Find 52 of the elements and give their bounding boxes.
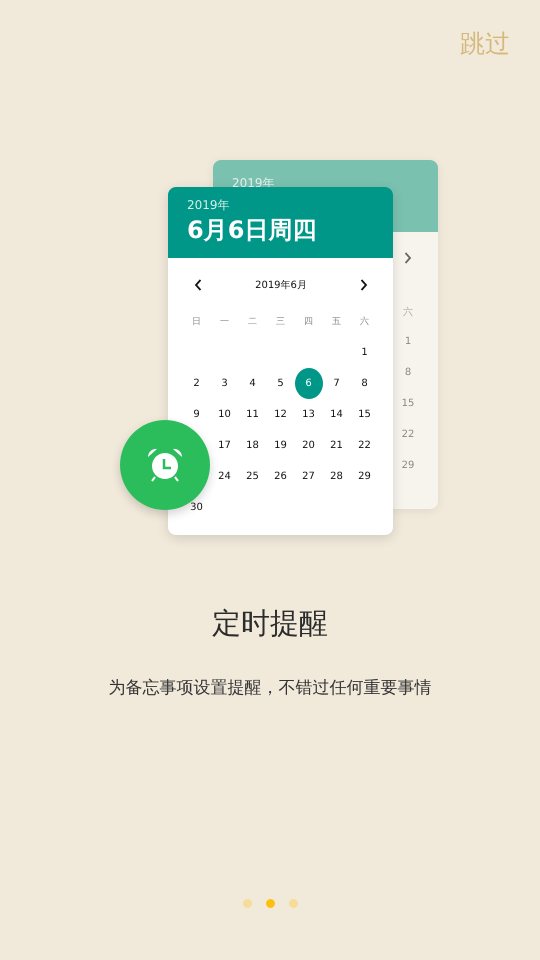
calendar-day[interactable]: 28	[330, 470, 343, 482]
calendar-day[interactable]: 22	[358, 440, 371, 452]
chevron-left-icon[interactable]	[194, 279, 202, 291]
day-label: 22	[402, 429, 414, 442]
calendar-day[interactable]: 21	[330, 440, 343, 452]
description-text: 为备忘事项设置提醒，不错过任何重要事情	[108, 677, 432, 699]
chevron-right-icon[interactable]	[360, 279, 368, 291]
calendar-day[interactable]: 6	[294, 368, 322, 399]
page-indicator-dot[interactable]	[266, 899, 274, 908]
month-label: 2019年6月	[255, 279, 307, 292]
calendar-day[interactable]: 30	[190, 502, 203, 514]
alarm-clock-icon	[145, 446, 185, 484]
calendar-day[interactable]: 2	[193, 378, 200, 390]
calendar-day[interactable]: 26	[274, 470, 287, 482]
calendar-day[interactable]: 13	[302, 408, 315, 420]
calendar-day[interactable]: 4	[249, 378, 256, 390]
calendar-day[interactable]: 10	[218, 408, 231, 420]
page-indicator-dot[interactable]	[242, 899, 252, 908]
calendar-day[interactable]: 1	[361, 346, 368, 358]
weekday-label: 一	[220, 316, 229, 328]
weekday-label: 日	[192, 316, 201, 328]
calendar-day[interactable]: 18	[246, 440, 259, 452]
page-indicator-dot[interactable]	[288, 899, 298, 908]
date-label: 6月6日周四	[187, 215, 318, 246]
calendar-day[interactable]: 9	[193, 408, 200, 420]
calendar-day[interactable]: 11	[246, 408, 259, 420]
day-label: 1	[404, 336, 412, 349]
day-label: 8	[404, 367, 412, 380]
weekday-label: 六	[360, 316, 369, 328]
calendar-day[interactable]: 5	[277, 378, 284, 390]
calendar-day[interactable]: 7	[333, 378, 340, 390]
weekday-label: 三	[276, 316, 285, 328]
calendar-day[interactable]: 8	[361, 378, 368, 390]
weekday-label: 二	[248, 316, 257, 328]
day-label: 29	[402, 460, 414, 473]
weekday-label: 四	[304, 316, 313, 328]
year-label: 2019年	[187, 198, 231, 212]
calendar-day[interactable]: 14	[330, 408, 343, 420]
calendar-day[interactable]: 27	[302, 470, 315, 482]
calendar-day[interactable]: 19	[274, 440, 287, 452]
calendar-day[interactable]: 25	[246, 470, 259, 482]
page-title: 定时提醒	[212, 605, 328, 642]
day-label: 15	[402, 398, 414, 411]
calendar-day[interactable]: 29	[358, 470, 371, 482]
weekday-label: 五	[332, 316, 341, 328]
calendar-day[interactable]: 3	[221, 378, 228, 390]
calendar-day[interactable]: 24	[218, 470, 231, 482]
calendar-day[interactable]: 20	[302, 440, 315, 452]
weekday-label: 六	[403, 307, 413, 320]
calendar-day[interactable]: 15	[358, 408, 371, 420]
calendar-day[interactable]: 17	[218, 440, 231, 452]
calendar-day[interactable]: 12	[274, 408, 287, 420]
